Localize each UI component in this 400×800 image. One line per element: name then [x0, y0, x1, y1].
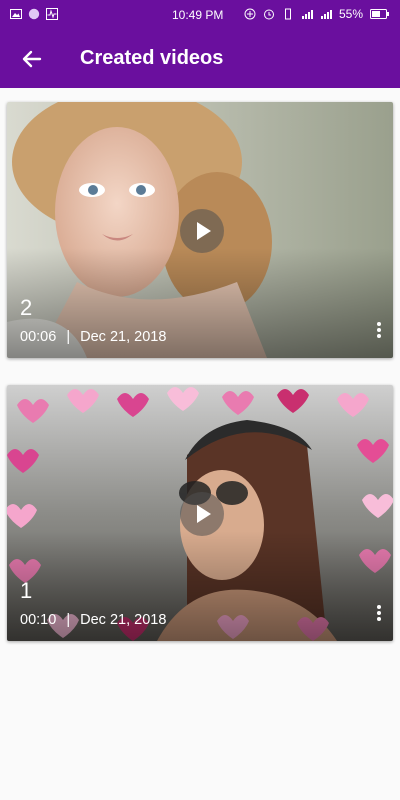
signal-2-icon [320, 10, 332, 19]
alarm-icon [263, 9, 274, 20]
signal-icon [301, 10, 313, 19]
video-card[interactable]: 1 00:10 | Dec 21, 2018 [7, 385, 393, 641]
play-button[interactable] [180, 209, 224, 253]
video-duration: 00:10 [20, 612, 57, 628]
gallery-icon [10, 9, 22, 19]
vibrate-icon [284, 8, 291, 20]
page-title: Created videos [80, 47, 224, 69]
video-meta: 00:10 | Dec 21, 2018 [20, 612, 166, 628]
video-duration: 00:06 [20, 329, 57, 345]
battery-icon [370, 9, 389, 19]
video-date: Dec 21, 2018 [80, 329, 167, 345]
meta-separator: | [66, 612, 71, 628]
messenger-icon [28, 8, 40, 20]
status-bar: 10:49 PM 55% [0, 0, 400, 30]
app-bar: Created videos [0, 30, 400, 88]
back-arrow-icon[interactable] [18, 45, 46, 73]
video-meta: 00:06 | Dec 21, 2018 [20, 329, 166, 345]
battery-percent: 55% [338, 7, 363, 21]
video-number: 2 [20, 295, 33, 320]
video-number: 1 [20, 578, 33, 603]
activity-icon [46, 8, 58, 20]
more-options-icon[interactable] [373, 603, 385, 627]
more-options-icon[interactable] [373, 320, 385, 344]
meta-separator: | [66, 329, 71, 345]
add-circle-icon [244, 8, 256, 20]
video-date: Dec 21, 2018 [80, 612, 167, 628]
video-card[interactable]: 2 00:06 | Dec 21, 2018 [7, 102, 393, 358]
status-time: 10:49 PM [172, 8, 224, 22]
play-button[interactable] [180, 492, 224, 536]
